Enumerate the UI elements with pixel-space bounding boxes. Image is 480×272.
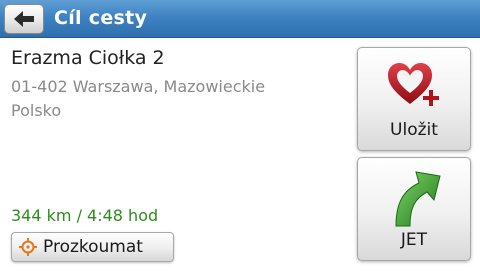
explore-label: Prozkoumat [43,237,143,257]
route-distance-time: 344 km / 4:48 hod [11,206,159,225]
page-title: Cíl cesty [54,7,148,29]
header-bar: Cíl cesty [0,0,480,38]
go-button[interactable]: JET [357,157,471,261]
address-name: Erazma Ciołka 2 [11,47,165,69]
save-label: Uložit [390,120,438,140]
address-country: Polsko [11,101,62,120]
explore-button[interactable]: Prozkoumat [11,232,174,262]
go-label: JET [400,230,428,250]
save-button[interactable]: Uložit [357,47,471,151]
address-city-line: 01-402 Warszawa, Mazowieckie [11,77,266,96]
crosshair-icon [19,238,37,256]
destination-screen: Cíl cesty Erazma Ciołka 2 01-402 Warszaw… [0,0,480,272]
turn-right-arrow-icon [395,171,441,227]
heart-add-icon [388,63,439,106]
back-button[interactable] [4,4,44,34]
arrow-left-icon [14,11,34,27]
